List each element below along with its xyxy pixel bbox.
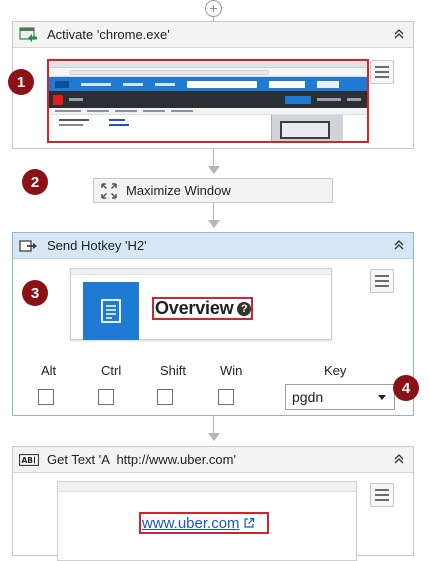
maximize-icon <box>98 182 120 200</box>
activate-title: Activate 'chrome.exe' <box>47 27 170 42</box>
ctrl-checkbox[interactable] <box>98 389 114 405</box>
step-badge-3: 3 <box>22 280 48 306</box>
connector-arrow <box>208 220 220 228</box>
get-text-header[interactable]: AB Get Text 'A http://www.uber.com' <box>13 447 413 473</box>
document-icon <box>83 282 139 340</box>
double-chevron-up-icon[interactable] <box>391 26 407 42</box>
question-circle-icon: ? <box>237 301 251 316</box>
hamburger-menu-icon[interactable] <box>370 60 394 84</box>
svg-text:AB: AB <box>22 456 34 465</box>
connector-arrow <box>208 433 220 441</box>
external-link-icon <box>243 517 255 529</box>
activate-activity[interactable]: Activate 'chrome.exe' <box>12 21 414 149</box>
keyboard-arrow-icon <box>19 238 39 254</box>
get-text-title: Get Text 'A http://www.uber.com' <box>47 452 236 467</box>
connector-arrow <box>208 166 220 174</box>
shift-label: Shift <box>160 363 187 378</box>
add-activity-icon[interactable]: + <box>205 0 222 17</box>
connector-line <box>213 416 214 433</box>
get-text-preview: www.uber.com <box>57 481 357 561</box>
ctrl-label: Ctrl <box>101 363 122 378</box>
activate-window-icon <box>19 26 39 43</box>
alt-label: Alt <box>41 363 57 378</box>
maximize-activity[interactable]: Maximize Window <box>93 178 333 203</box>
step-badge-4: 4 <box>393 375 419 401</box>
caret-down-icon <box>378 395 386 400</box>
activate-header[interactable]: Activate 'chrome.exe' <box>13 22 413 48</box>
connector-line <box>213 203 214 220</box>
win-label: Win <box>220 363 243 378</box>
step-badge-2: 2 <box>22 169 48 195</box>
win-checkbox[interactable] <box>218 389 234 405</box>
shift-checkbox[interactable] <box>157 389 173 405</box>
key-select-value: pgdn <box>292 389 324 405</box>
hamburger-menu-icon[interactable] <box>370 269 394 293</box>
key-label: Key <box>324 363 347 378</box>
chrome-screenshot-preview <box>47 59 369 143</box>
hotkey-target-preview: Overview ? <box>70 268 332 340</box>
send-hotkey-header[interactable]: Send Hotkey 'H2' <box>13 233 413 259</box>
overview-highlight: Overview ? <box>152 297 253 320</box>
double-chevron-up-icon[interactable] <box>391 237 407 253</box>
hamburger-menu-icon[interactable] <box>370 483 394 507</box>
get-text-activity[interactable]: AB Get Text 'A http://www.uber.com' www.… <box>12 446 414 561</box>
overview-text: Overview <box>155 298 234 318</box>
key-select[interactable]: pgdn <box>285 384 395 410</box>
connector-line <box>213 149 214 166</box>
maximize-title: Maximize Window <box>126 183 231 198</box>
alt-checkbox[interactable] <box>38 389 54 405</box>
send-hotkey-activity[interactable]: Send Hotkey 'H2' Overview ? Alt Ctrl Shi… <box>12 232 414 416</box>
link-highlight: www.uber.com <box>139 512 269 534</box>
text-field-icon: AB <box>19 452 39 468</box>
double-chevron-up-icon[interactable] <box>391 451 407 467</box>
uber-link-text: www.uber.com <box>142 514 240 532</box>
step-badge-1: 1 <box>8 69 34 95</box>
send-hotkey-title: Send Hotkey 'H2' <box>47 238 147 253</box>
